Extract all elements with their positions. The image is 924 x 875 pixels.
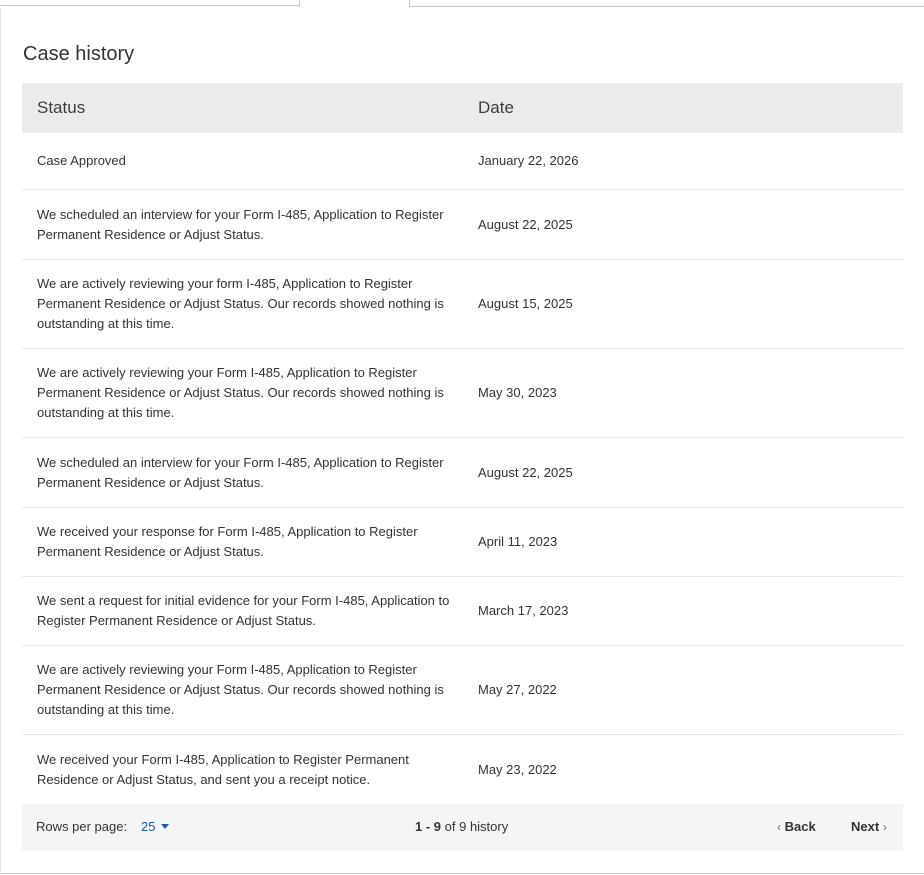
row-date: August 15, 2025 <box>478 296 573 311</box>
row-status: Case Approved <box>37 153 126 168</box>
chevron-right-icon: › <box>882 820 887 834</box>
table-row: We received your response for Form I-485… <box>22 508 903 577</box>
row-status: We received your Form I-485, Application… <box>37 751 409 787</box>
column-header-status: Status <box>37 98 86 117</box>
row-date: March 17, 2023 <box>478 603 569 618</box>
range-suffix: of 9 history <box>441 819 509 834</box>
row-date: August 22, 2025 <box>478 464 573 480</box>
panel-title: Case history <box>23 43 135 65</box>
table-row: We are actively reviewing your Form I-48… <box>22 646 903 735</box>
rows-per-page-label: Rows per page: <box>36 819 128 834</box>
next-button[interactable]: Next › <box>851 819 887 834</box>
range-separator: - <box>422 819 434 834</box>
caret-down-icon <box>161 824 170 830</box>
row-status: We are actively reviewing your Form I-48… <box>37 365 444 420</box>
range-end: 9 <box>433 819 442 834</box>
table-row: We are actively reviewing your Form I-48… <box>22 349 903 438</box>
row-status: We received your response for Form I-485… <box>37 524 418 559</box>
table-pagination-footer: Rows per page: 25 1 - 9 of 9 history ‹ B… <box>22 804 903 851</box>
table-row: We are actively reviewing your form I-48… <box>22 260 903 349</box>
row-status: We are actively reviewing your form I-48… <box>37 276 444 331</box>
table-row: We scheduled an interview for your Form … <box>22 190 903 260</box>
back-label: Back <box>784 819 816 834</box>
row-status: We are actively reviewing your Form I-48… <box>37 662 444 717</box>
next-label: Next <box>851 819 880 834</box>
tab-inactive-left[interactable] <box>0 0 300 6</box>
rows-per-page-select[interactable]: 25 <box>141 819 170 834</box>
row-date: January 22, 2026 <box>478 153 579 168</box>
tab-inactive-right[interactable] <box>409 0 924 7</box>
column-header-date: Date <box>478 98 514 117</box>
back-button[interactable]: ‹ Back <box>777 819 816 834</box>
table-row: We received your Form I-485, Application… <box>22 735 903 804</box>
case-history-page: Case history Status Date Case Approved J… <box>0 0 924 875</box>
row-date: April 11, 2023 <box>478 534 558 549</box>
table-row: Case Approved January 22, 2026 <box>22 133 903 190</box>
pagination-range: 1 - 9 of 9 history <box>415 819 508 834</box>
row-date: August 22, 2025 <box>478 216 573 232</box>
table-row: We sent a request for initial evidence f… <box>22 577 903 646</box>
row-status: We sent a request for initial evidence f… <box>37 593 450 628</box>
row-date: May 27, 2022 <box>478 682 557 697</box>
rows-per-page-value: 25 <box>141 819 156 834</box>
row-date: May 30, 2023 <box>478 385 557 400</box>
row-date: May 23, 2022 <box>478 761 557 777</box>
row-status: We scheduled an interview for your Form … <box>37 454 444 490</box>
row-status: We scheduled an interview for your Form … <box>37 206 444 242</box>
table-row: We scheduled an interview for your Form … <box>22 438 903 508</box>
case-history-table: Status Date Case Approved January 22, 20… <box>22 83 903 804</box>
table-header: Status Date <box>22 83 903 133</box>
chevron-left-icon: ‹ <box>777 820 781 834</box>
